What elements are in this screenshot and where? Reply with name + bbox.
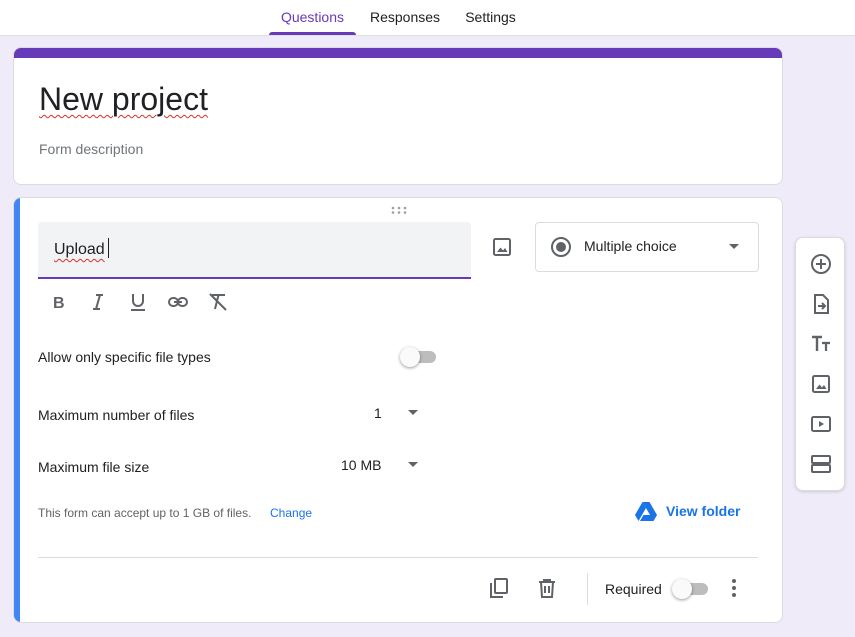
tab-questions[interactable]: Questions	[269, 0, 356, 35]
import-questions-icon[interactable]	[809, 292, 833, 316]
underline-icon[interactable]	[126, 290, 150, 314]
text-caret	[108, 238, 109, 258]
change-limit-link[interactable]: Change	[270, 506, 312, 520]
svg-text:B: B	[53, 295, 65, 312]
drag-handle-icon[interactable]	[391, 206, 407, 214]
dropdown-arrow-icon	[408, 410, 418, 415]
dropdown-arrow-icon	[729, 244, 739, 249]
italic-icon[interactable]	[86, 290, 110, 314]
required-toggle[interactable]	[672, 579, 710, 599]
add-section-icon[interactable]	[809, 452, 833, 476]
max-files-dropdown[interactable]: 1	[374, 402, 424, 426]
form-description[interactable]: Form description	[39, 141, 143, 157]
form-title-card: New project Form description	[13, 47, 783, 185]
tab-responses[interactable]: Responses	[363, 0, 447, 35]
clear-format-icon[interactable]	[206, 290, 230, 314]
form-title[interactable]: New project	[39, 81, 208, 118]
tab-settings[interactable]: Settings	[457, 0, 524, 35]
add-title-icon[interactable]	[809, 332, 833, 356]
view-folder-label: View folder	[666, 503, 741, 519]
max-files-label: Maximum number of files	[38, 407, 195, 423]
more-vert-icon[interactable]	[722, 576, 746, 600]
active-card-indicator	[14, 198, 20, 622]
add-image-to-question-icon[interactable]	[490, 235, 514, 259]
toggle-knob	[672, 579, 692, 599]
top-tab-bar: Questions Responses Settings	[0, 0, 855, 36]
max-size-dropdown[interactable]: 10 MB	[341, 454, 424, 478]
card-footer-divider	[38, 557, 758, 558]
question-card: Upload Multiple choice B Allow only spec…	[13, 197, 783, 623]
add-image-icon[interactable]	[809, 372, 833, 396]
active-tab-indicator	[269, 32, 356, 35]
add-video-icon[interactable]	[809, 412, 833, 436]
delete-icon[interactable]	[535, 576, 559, 600]
dropdown-arrow-icon	[408, 462, 418, 467]
file-limit-note: This form can accept up to 1 GB of files…	[38, 506, 252, 520]
footer-vertical-divider	[587, 573, 588, 605]
question-type-label: Multiple choice	[584, 238, 677, 254]
bold-icon[interactable]: B	[46, 290, 70, 314]
google-drive-icon	[635, 502, 657, 521]
tab-questions-label: Questions	[280, 9, 345, 25]
tab-responses-label: Responses	[369, 9, 441, 25]
title-card-accent-bar	[14, 48, 782, 58]
add-question-icon[interactable]	[809, 252, 833, 276]
floating-side-toolbar	[795, 237, 845, 491]
radio-button-icon	[551, 237, 571, 257]
duplicate-icon[interactable]	[487, 576, 511, 600]
question-type-dropdown[interactable]: Multiple choice	[535, 222, 759, 272]
tab-settings-label: Settings	[465, 9, 516, 25]
max-size-label: Maximum file size	[38, 459, 150, 475]
form-title-text: New project	[39, 81, 208, 117]
question-title-text: Upload	[54, 241, 105, 258]
max-files-value: 1	[374, 405, 382, 421]
max-size-value: 10 MB	[341, 457, 382, 473]
link-icon[interactable]	[166, 290, 190, 314]
allow-file-types-label: Allow only specific file types	[38, 349, 211, 365]
question-title-input[interactable]: Upload	[38, 222, 471, 279]
required-label: Required	[605, 581, 662, 597]
toggle-knob	[400, 347, 420, 367]
allow-file-types-toggle[interactable]	[400, 347, 438, 367]
